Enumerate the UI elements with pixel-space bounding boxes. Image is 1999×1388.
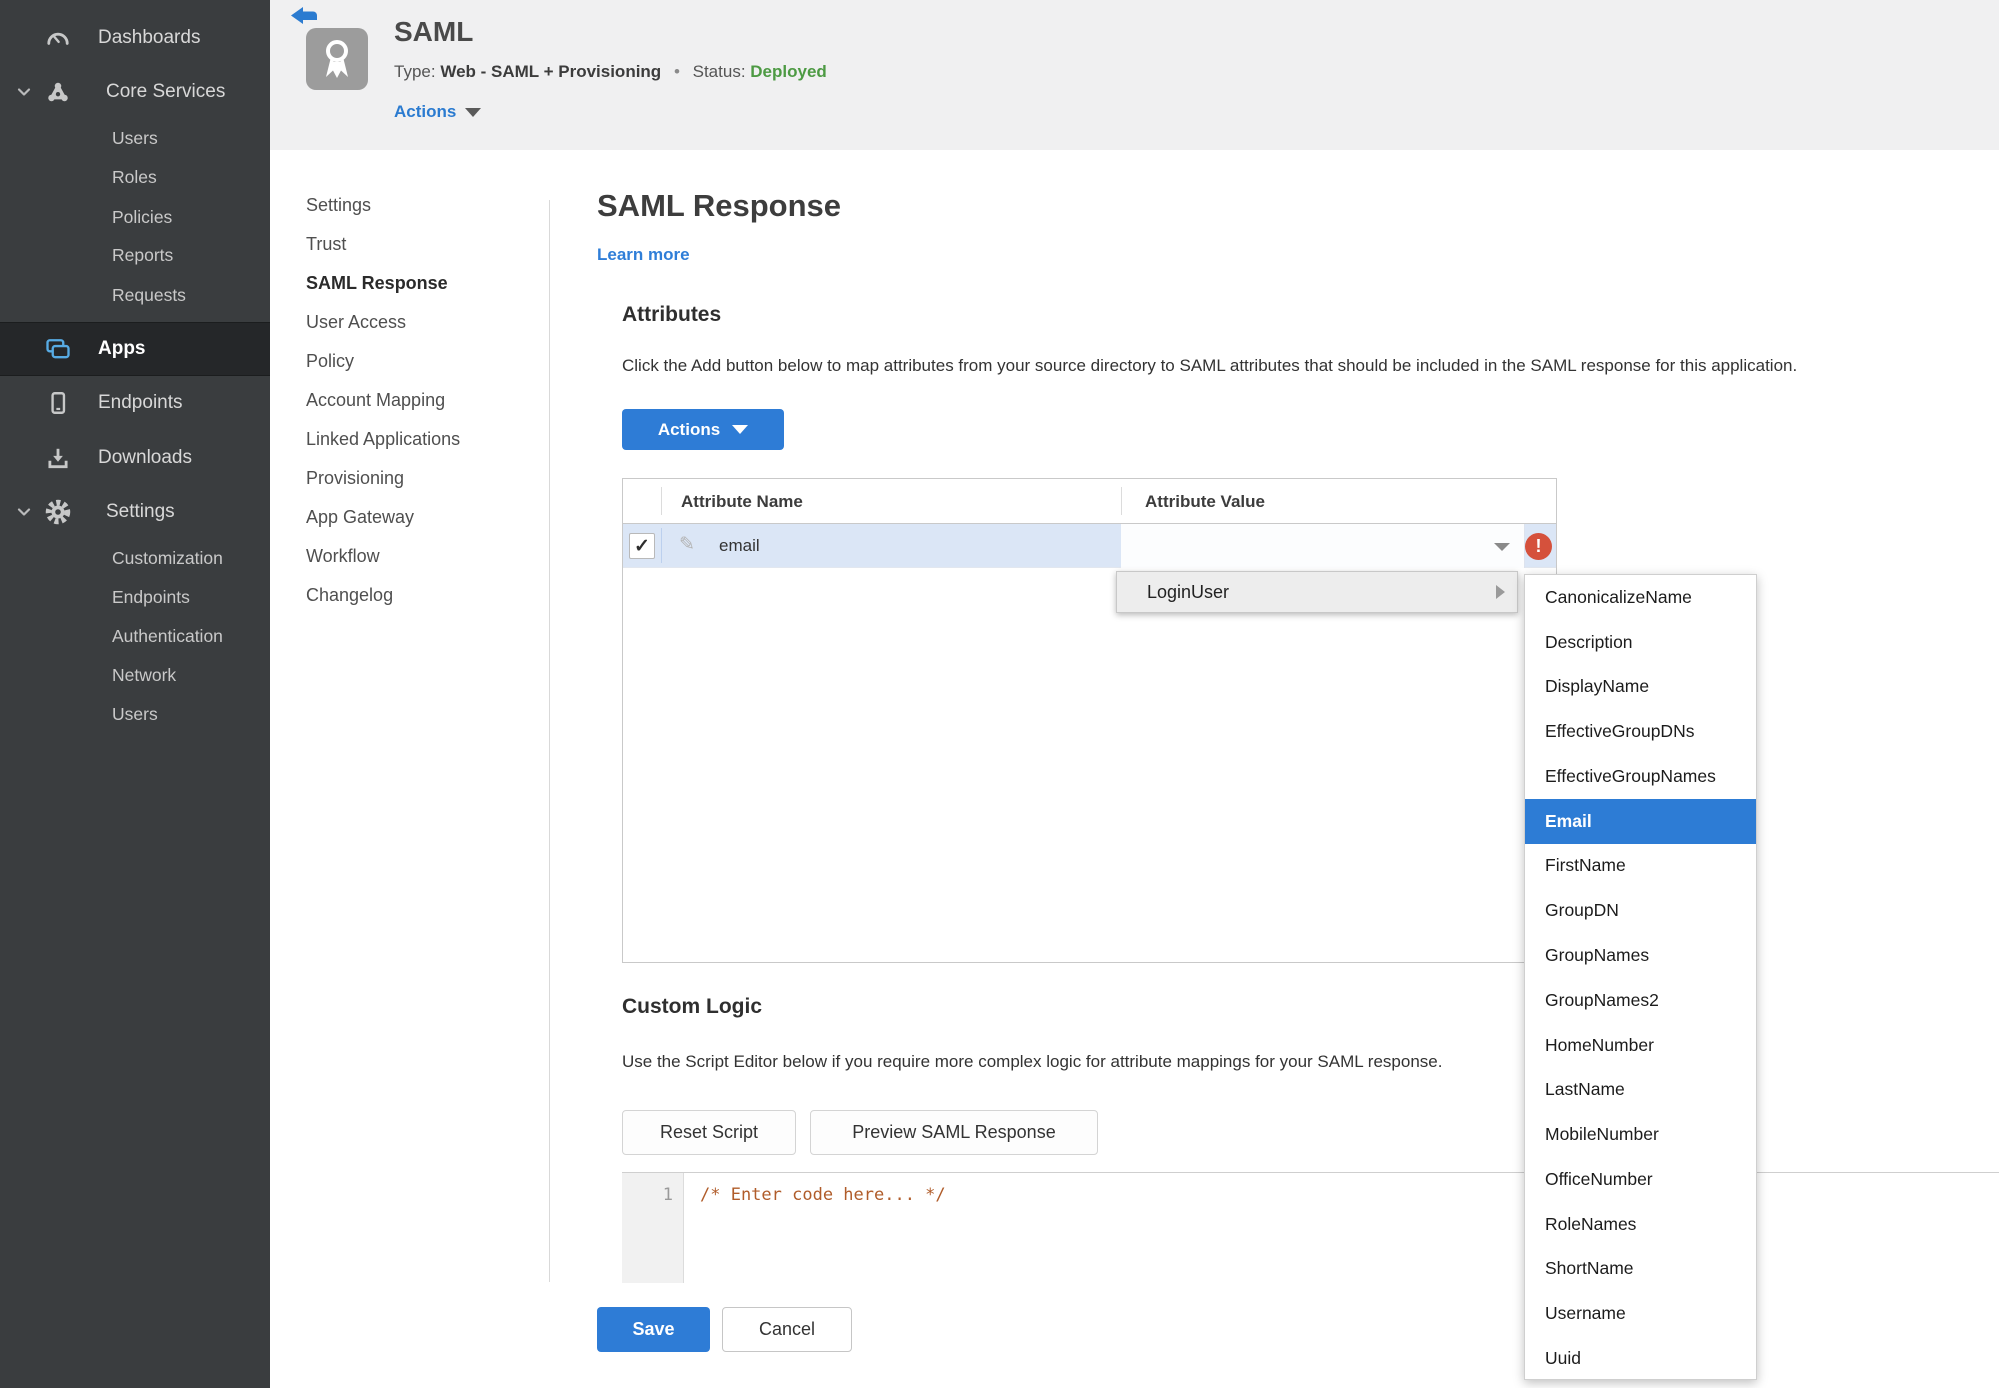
column-attribute-name: Attribute Name bbox=[681, 491, 803, 511]
type-value: Web - SAML + Provisioning bbox=[440, 62, 662, 81]
menu-option[interactable]: Uuid bbox=[1525, 1336, 1756, 1381]
menu-option[interactable]: OfficeNumber bbox=[1525, 1157, 1756, 1202]
attribute-name-cell: email bbox=[719, 536, 760, 555]
tab-saml-response[interactable]: SAML Response bbox=[306, 264, 536, 303]
app-icon bbox=[306, 28, 368, 90]
editor-gutter: 1 bbox=[622, 1173, 684, 1283]
menu-option[interactable]: Username bbox=[1525, 1291, 1756, 1336]
error-icon: ! bbox=[1525, 533, 1552, 560]
row-checkbox[interactable]: ✓ bbox=[629, 533, 655, 559]
mobile-device-icon bbox=[44, 389, 72, 417]
type-label: Type: bbox=[394, 62, 436, 81]
sidebar-item-requests[interactable]: Requests bbox=[0, 275, 270, 315]
menu-option[interactable]: EffectiveGroupDNs bbox=[1525, 709, 1756, 754]
menu-option[interactable]: HomeNumber bbox=[1525, 1023, 1756, 1068]
menu-option[interactable]: DisplayName bbox=[1525, 665, 1756, 710]
app-meta: Type: Web - SAML + Provisioning • Status… bbox=[394, 62, 827, 82]
value-submenu: CanonicalizeName Description DisplayName… bbox=[1524, 574, 1757, 1380]
tab-linked-applications[interactable]: Linked Applications bbox=[306, 420, 536, 459]
tab-account-mapping[interactable]: Account Mapping bbox=[306, 381, 536, 420]
attributes-description: Click the Add button below to map attrib… bbox=[622, 356, 1798, 375]
learn-more-link[interactable]: Learn more bbox=[597, 245, 690, 265]
download-icon bbox=[44, 444, 72, 472]
sidebar-item-core-services[interactable]: Core Services bbox=[0, 72, 270, 112]
header-actions-menu[interactable]: Actions bbox=[394, 102, 482, 122]
sidebar-item-authentication[interactable]: Authentication bbox=[0, 616, 270, 656]
sidebar-item-users[interactable]: Users bbox=[0, 118, 270, 158]
column-attribute-value: Attribute Value bbox=[1145, 491, 1265, 511]
value-menu-loginuser[interactable]: LoginUser bbox=[1116, 571, 1518, 613]
menu-option[interactable]: RoleNames bbox=[1525, 1202, 1756, 1247]
table-header: Attribute Name Attribute Value bbox=[623, 479, 1556, 524]
menu-option[interactable]: GroupNames bbox=[1525, 933, 1756, 978]
sidebar-item-reports[interactable]: Reports bbox=[0, 235, 270, 275]
menu-option[interactable]: GroupDN bbox=[1525, 888, 1756, 933]
attribute-value-select[interactable] bbox=[1121, 524, 1525, 568]
tab-workflow[interactable]: Workflow bbox=[306, 537, 536, 576]
sidebar-item-endpoints[interactable]: Endpoints bbox=[0, 383, 270, 423]
custom-logic-heading: Custom Logic bbox=[622, 995, 762, 1018]
editor-code[interactable]: /* Enter code here... */ bbox=[700, 1185, 946, 1205]
save-button[interactable]: Save bbox=[597, 1307, 710, 1352]
sidebar-item-users-settings[interactable]: Users bbox=[0, 694, 270, 734]
caret-down-icon bbox=[1494, 543, 1510, 551]
page-title: SAML Response bbox=[597, 188, 842, 223]
sidebar-item-roles[interactable]: Roles bbox=[0, 157, 270, 197]
custom-logic-description: Use the Script Editor below if you requi… bbox=[622, 1052, 1443, 1071]
check-icon: ✓ bbox=[634, 535, 650, 557]
menu-option[interactable]: EffectiveGroupNames bbox=[1525, 754, 1756, 799]
attributes-heading: Attributes bbox=[622, 303, 722, 326]
app-header: SAML Type: Web - SAML + Provisioning • S… bbox=[270, 0, 1999, 150]
status-label: Status: bbox=[692, 62, 746, 81]
tab-app-gateway[interactable]: App Gateway bbox=[306, 498, 536, 537]
sidebar-item-downloads[interactable]: Downloads bbox=[0, 438, 270, 478]
reset-script-button[interactable]: Reset Script bbox=[622, 1110, 796, 1155]
gauge-icon bbox=[44, 24, 72, 52]
tab-settings[interactable]: Settings bbox=[306, 186, 536, 225]
sidebar: Dashboards Core Services Users Roles Pol… bbox=[0, 0, 270, 1388]
caret-down-icon bbox=[465, 107, 482, 117]
tab-changelog[interactable]: Changelog bbox=[306, 576, 536, 615]
sidebar-item-endpoints-settings[interactable]: Endpoints bbox=[0, 577, 270, 617]
sidebar-item-apps[interactable]: Apps bbox=[0, 322, 270, 376]
chevron-down-icon[interactable] bbox=[13, 81, 35, 103]
line-number: 1 bbox=[662, 1185, 673, 1205]
menu-option[interactable]: GroupNames2 bbox=[1525, 978, 1756, 1023]
menu-option[interactable]: FirstName bbox=[1525, 844, 1756, 889]
tab-user-access[interactable]: User Access bbox=[306, 303, 536, 342]
menu-option-selected[interactable]: Email bbox=[1525, 798, 1756, 844]
sidebar-item-network[interactable]: Network bbox=[0, 655, 270, 695]
attributes-actions-button[interactable]: Actions bbox=[622, 409, 784, 450]
tab-provisioning[interactable]: Provisioning bbox=[306, 459, 536, 498]
gear-icon bbox=[44, 498, 72, 526]
sidebar-item-policies[interactable]: Policies bbox=[0, 197, 270, 237]
back-arrow-icon[interactable] bbox=[291, 7, 321, 29]
status-badge: Deployed bbox=[750, 62, 827, 81]
apps-icon bbox=[44, 335, 72, 363]
app-title: SAML bbox=[394, 16, 474, 47]
core-services-icon bbox=[44, 78, 72, 106]
sidebar-item-customization[interactable]: Customization bbox=[0, 538, 270, 578]
app-subnav: Settings Trust SAML Response User Access… bbox=[306, 186, 536, 615]
nav-content-divider bbox=[549, 200, 550, 1282]
attributes-table: Attribute Name Attribute Value ✓ ✎ email… bbox=[622, 478, 1557, 963]
sidebar-item-dashboards[interactable]: Dashboards bbox=[0, 18, 270, 58]
cancel-button[interactable]: Cancel bbox=[722, 1307, 852, 1352]
edit-pencil-icon[interactable]: ✎ bbox=[679, 533, 695, 556]
table-row-email[interactable]: ✓ ✎ email ! bbox=[623, 524, 1556, 568]
preview-saml-response-button[interactable]: Preview SAML Response bbox=[810, 1110, 1098, 1155]
script-editor[interactable]: 1 /* Enter code here... */ bbox=[622, 1172, 1999, 1283]
tab-trust[interactable]: Trust bbox=[306, 225, 536, 264]
tab-policy[interactable]: Policy bbox=[306, 342, 536, 381]
caret-right-icon bbox=[1496, 585, 1505, 599]
menu-option[interactable]: Description bbox=[1525, 620, 1756, 665]
dot-separator: • bbox=[673, 62, 680, 81]
menu-option[interactable]: ShortName bbox=[1525, 1246, 1756, 1291]
chevron-down-icon[interactable] bbox=[13, 501, 35, 523]
caret-down-icon bbox=[732, 425, 749, 434]
menu-option[interactable]: LastName bbox=[1525, 1067, 1756, 1112]
menu-option[interactable]: MobileNumber bbox=[1525, 1112, 1756, 1157]
sidebar-item-settings[interactable]: Settings bbox=[0, 492, 270, 532]
menu-option[interactable]: CanonicalizeName bbox=[1525, 575, 1756, 620]
